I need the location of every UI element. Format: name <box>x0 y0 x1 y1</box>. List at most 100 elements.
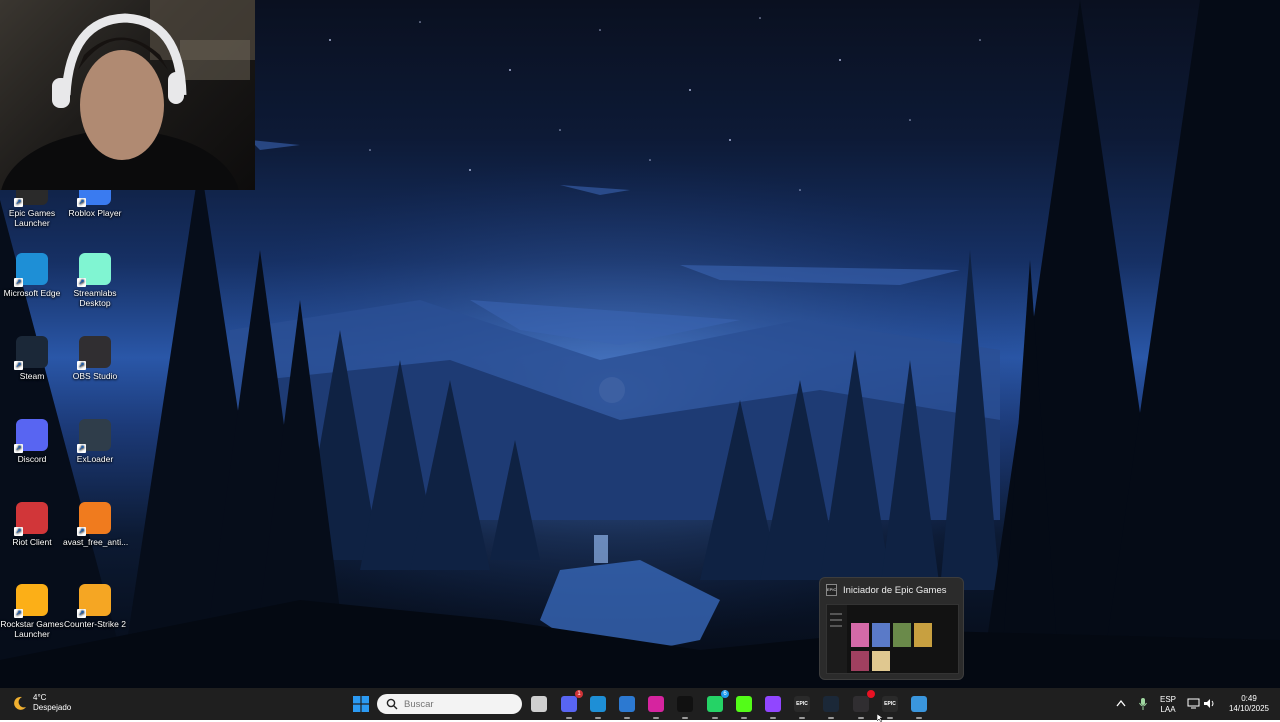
desktop-icon-label: Microsoft Edge <box>3 288 61 298</box>
running-indicator <box>682 717 688 719</box>
twitch-taskbar[interactable] <box>761 692 785 719</box>
running-indicator <box>799 717 805 719</box>
desktop-icon-label: Discord <box>17 454 47 464</box>
windows-icon <box>353 696 369 712</box>
moon-icon <box>14 696 26 710</box>
running-indicator <box>653 717 659 719</box>
desktop-icon-cs2[interactable]: ↗ Counter-Strike 2 <box>63 584 127 629</box>
shortcut-arrow-icon: ↗ <box>14 361 23 370</box>
desktop-icon-label: avast_free_anti... <box>63 537 129 547</box>
epic-launcher-thumbnail <box>827 605 932 673</box>
running-indicator <box>712 717 718 719</box>
edge-icon: ↗ <box>14 253 48 287</box>
shortcut-arrow-icon: ↗ <box>77 527 86 536</box>
language-indicator[interactable]: ESP LAA <box>1156 695 1180 715</box>
search-input[interactable] <box>402 697 516 711</box>
task-view-icon <box>531 696 547 712</box>
shortcut-arrow-icon: ↗ <box>14 444 23 453</box>
whatsapp-icon <box>707 696 723 712</box>
obs-icon: ↗ <box>77 336 111 370</box>
epic-games-icon: EPIC <box>794 696 810 712</box>
tiktok-icon <box>677 696 693 712</box>
cs2-icon: ↗ <box>77 584 111 618</box>
start-button[interactable] <box>349 692 373 716</box>
steam-taskbar[interactable] <box>819 692 843 719</box>
whatsapp-taskbar[interactable]: 6 <box>703 690 729 719</box>
search-icon <box>386 698 398 710</box>
taskbar <box>0 688 1280 720</box>
chevron-up-icon[interactable] <box>1116 699 1126 707</box>
running-indicator <box>887 717 893 719</box>
snipping-tool-icon <box>911 696 927 712</box>
weather-temperature: 4°C <box>33 693 47 702</box>
snip-taskbar[interactable] <box>907 692 931 719</box>
running-indicator <box>916 717 922 719</box>
desktop-icon-streamlabs[interactable]: ↗ Streamlabs Desktop <box>63 253 127 308</box>
clock[interactable]: 0:49 14/10/2025 <box>1222 694 1276 714</box>
desktop-icon-avast[interactable]: ↗ avast_free_anti... <box>63 502 129 547</box>
shortcut-arrow-icon: ↗ <box>14 278 23 287</box>
notification-badge: 6 <box>721 690 729 698</box>
kick-taskbar[interactable] <box>732 692 756 719</box>
epic-games-icon: EPIC <box>882 696 898 712</box>
desktop-icon-label: Counter-Strike 2 <box>64 619 126 629</box>
avast-icon: ↗ <box>77 502 111 536</box>
weather-widget[interactable]: 4°C Despejado <box>12 693 71 713</box>
desktop-icon-label: Steam <box>19 371 45 381</box>
preview-window-thumbnail <box>826 604 959 674</box>
person-with-headset <box>1 0 255 190</box>
obs-icon <box>853 696 869 712</box>
discord-taskbar[interactable]: 1 <box>557 690 583 719</box>
running-indicator <box>566 717 572 719</box>
microphone-icon[interactable] <box>1138 697 1148 711</box>
clock-time: 0:49 <box>1241 694 1257 703</box>
desktop-icon-exloader[interactable]: ↗ ExLoader <box>63 419 127 464</box>
epic-taskbar[interactable]: EPIC <box>790 692 814 719</box>
desktop-icon-label: Epic Games Launcher <box>8 208 56 228</box>
taskbar-thumbnail-preview[interactable]: EPIC Iniciador de Epic Games <box>819 577 964 680</box>
running-indicator <box>741 717 747 719</box>
tiktok-taskbar[interactable] <box>673 692 697 719</box>
running-indicator <box>828 717 834 719</box>
running-indicator <box>595 717 601 719</box>
taskbar-search-box[interactable] <box>377 694 522 714</box>
task-view-button[interactable] <box>527 692 551 716</box>
shortcut-arrow-icon: ↗ <box>14 198 23 207</box>
edge-taskbar[interactable] <box>586 692 610 719</box>
volume-icon[interactable] <box>1203 698 1216 709</box>
desktop-icon-label: Riot Client <box>12 537 52 547</box>
running-indicator <box>858 717 864 719</box>
desktop-icon-label: ExLoader <box>76 454 114 464</box>
discord-icon: ↗ <box>14 419 48 453</box>
store-taskbar[interactable] <box>615 692 639 719</box>
shortcut-arrow-icon: ↗ <box>14 527 23 536</box>
network-icon[interactable] <box>1187 698 1200 709</box>
epic-active-taskbar[interactable]: EPIC <box>878 692 902 719</box>
instagram-icon <box>648 696 664 712</box>
desktop-icon-edge[interactable]: ↗ Microsoft Edge <box>0 253 64 298</box>
preview-title: Iniciador de Epic Games <box>843 584 947 596</box>
desktop-icon-riot[interactable]: ↗ Riot Client <box>0 502 64 547</box>
epic-games-icon: EPIC <box>826 584 837 596</box>
steam-icon: ↗ <box>14 336 48 370</box>
clock-date: 14/10/2025 <box>1228 704 1270 713</box>
desktop-icon-obs[interactable]: ↗ OBS Studio <box>63 336 127 381</box>
streamlabs-icon: ↗ <box>77 253 111 287</box>
running-indicator <box>770 717 776 719</box>
desktop-icon-label: Streamlabs Desktop <box>73 288 117 308</box>
desktop-icon-rockstar[interactable]: ↗ Rockstar Games Launcher <box>0 584 64 639</box>
desktop-icon-discord[interactable]: ↗ Discord <box>0 419 64 464</box>
instagram-taskbar[interactable] <box>644 692 668 719</box>
shortcut-arrow-icon: ↗ <box>77 361 86 370</box>
shortcut-arrow-icon: ↗ <box>77 278 86 287</box>
kick-icon <box>736 696 752 712</box>
rockstar-icon: ↗ <box>14 584 48 618</box>
riot-icon: ↗ <box>14 502 48 536</box>
edge-icon <box>590 696 606 712</box>
notification-badge: 1 <box>575 690 583 698</box>
mouse-cursor-icon <box>877 714 884 722</box>
desktop-icon-steam[interactable]: ↗ Steam <box>0 336 64 381</box>
obs-taskbar[interactable] <box>849 690 875 719</box>
weather-description: Despejado <box>33 703 72 712</box>
steam-icon <box>823 696 839 712</box>
